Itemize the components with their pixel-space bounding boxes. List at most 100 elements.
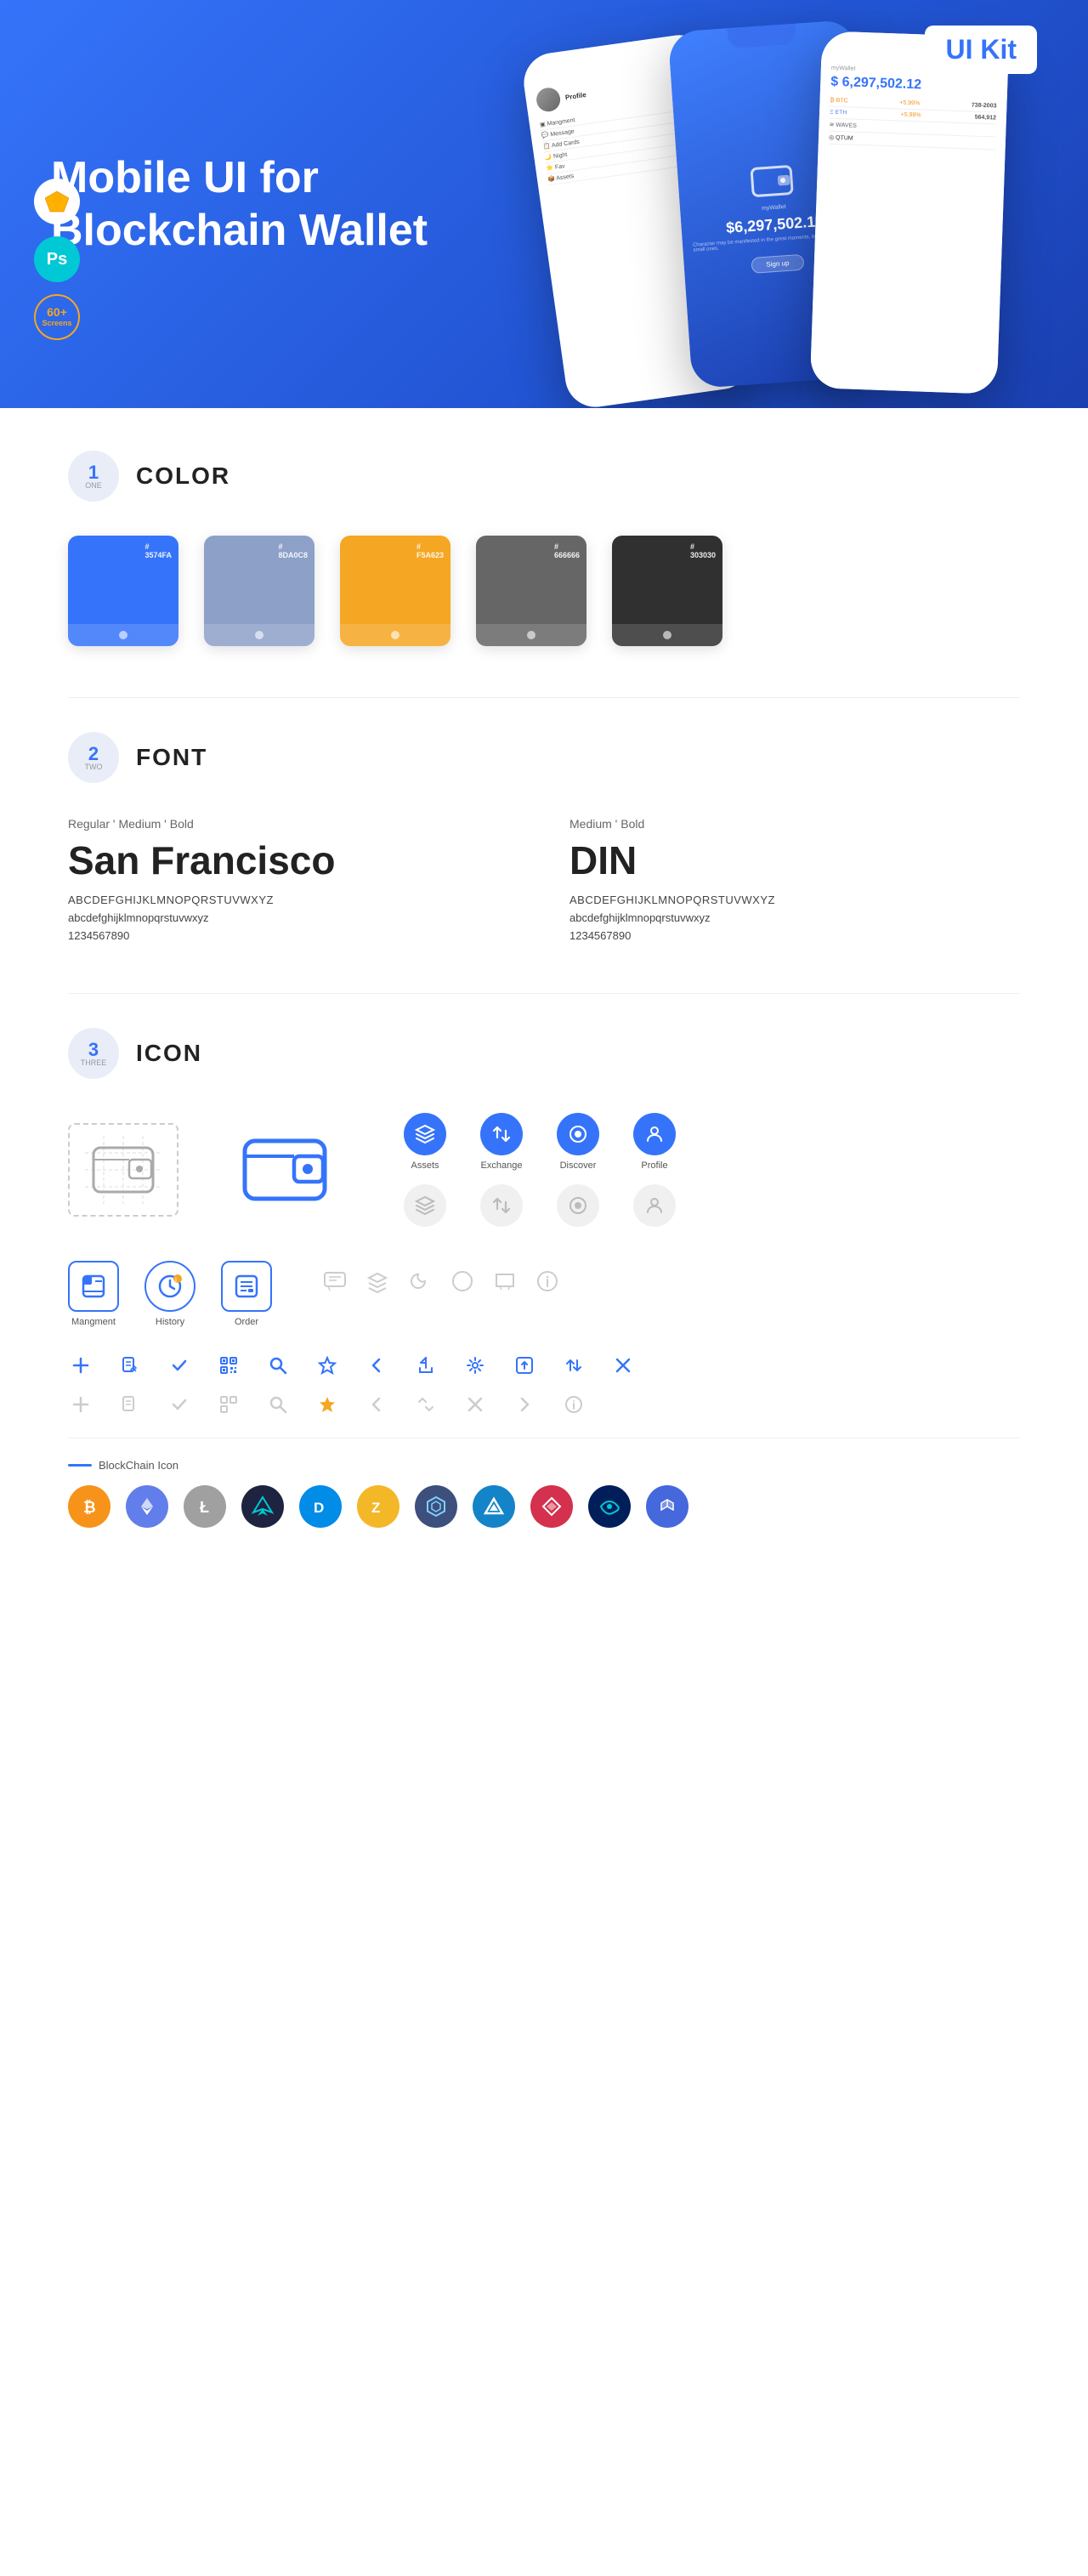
divider-1 xyxy=(68,697,1020,698)
plus-icon xyxy=(68,1353,94,1378)
din-numbers: 1234567890 xyxy=(570,929,1020,942)
exchange-outline-icon xyxy=(480,1184,523,1227)
sf-style-label: Regular ' Medium ' Bold xyxy=(68,817,518,831)
exchange-icon xyxy=(480,1113,523,1155)
din-uppercase: ABCDEFGHIJKLMNOPQRSTUVWXYZ xyxy=(570,894,1020,906)
nav-icon-discover: Discover xyxy=(544,1113,612,1171)
nav-icon-discover-outline xyxy=(544,1184,612,1227)
app-icons-row: Mangment i History xyxy=(68,1261,1020,1327)
qr-icon xyxy=(216,1353,241,1378)
golem-icon xyxy=(588,1485,631,1528)
assets-outline-icon xyxy=(404,1184,446,1227)
doc-gray-icon xyxy=(117,1392,143,1417)
color-card-grey: #666666 xyxy=(476,536,586,646)
upload-icon xyxy=(512,1353,537,1378)
crypto-icons-row: ₿ Ł xyxy=(68,1485,1020,1528)
nav-icon-exchange-outline xyxy=(468,1184,536,1227)
chevron-gray-icon xyxy=(364,1392,389,1417)
svg-text:Z: Z xyxy=(371,1500,380,1516)
icon-section-title: ICON xyxy=(136,1040,202,1067)
sf-name: San Francisco xyxy=(68,837,518,883)
svg-text:i: i xyxy=(175,1278,177,1284)
din-name: DIN xyxy=(570,837,1020,883)
blockchain-label-text: BlockChain Icon xyxy=(99,1459,178,1472)
mangment-icon-item: Mangment xyxy=(68,1261,119,1327)
icon-section-number: 3 THREE xyxy=(68,1028,119,1079)
font-section-title: FONT xyxy=(136,744,207,771)
discover-icon xyxy=(557,1113,599,1155)
hero-title: Mobile UI for Blockchain Wallet xyxy=(51,151,476,258)
dash-icon: D xyxy=(299,1485,342,1528)
exchange-label: Exchange xyxy=(481,1160,523,1171)
tools-badges: Ps 60+ Screens xyxy=(34,179,80,340)
color-section-number: 1 ONE xyxy=(68,451,119,502)
nav-icon-profile-outline xyxy=(620,1184,688,1227)
font-grid: Regular ' Medium ' Bold San Francisco AB… xyxy=(68,817,1020,942)
swap-icon xyxy=(561,1353,586,1378)
chevron-left-icon xyxy=(364,1353,389,1378)
moon-icon xyxy=(408,1269,432,1297)
color-card-grey-blue: #8DA0C8 xyxy=(204,536,314,646)
sf-uppercase: ABCDEFGHIJKLMNOPQRSTUVWXYZ xyxy=(68,894,518,906)
x-gray-icon xyxy=(462,1392,488,1417)
check-gray-icon xyxy=(167,1392,192,1417)
din-style-label: Medium ' Bold xyxy=(570,817,1020,831)
color-card-orange: #F5A623 xyxy=(340,536,450,646)
discover-outline-icon xyxy=(557,1184,599,1227)
nav-icon-assets: Assets xyxy=(391,1113,459,1171)
color-swatches-container: #3574FA #8DA0C8 #F5A623 #666666 #303030 xyxy=(68,536,1020,646)
mangment-icon xyxy=(68,1261,119,1312)
forward-gray-icon xyxy=(512,1392,537,1417)
nav-icon-profile: Profile xyxy=(620,1113,688,1171)
wallet-grid-icon-outline xyxy=(68,1123,178,1217)
icon-top-row: Assets Exchange xyxy=(68,1113,1020,1227)
discover-label: Discover xyxy=(560,1160,597,1171)
hero-title-bold: Wallet xyxy=(299,206,428,255)
profile-icon xyxy=(633,1113,676,1155)
font-din: Medium ' Bold DIN ABCDEFGHIJKLMNOPQRSTUV… xyxy=(570,817,1020,942)
chat-icon xyxy=(323,1269,347,1297)
sketch-badge xyxy=(34,179,80,224)
font-section: 2 TWO FONT Regular ' Medium ' Bold San F… xyxy=(68,732,1020,942)
search-gray-icon xyxy=(265,1392,291,1417)
order-label: Order xyxy=(235,1317,258,1327)
plus-gray-icon xyxy=(68,1392,94,1417)
layers-icon xyxy=(366,1269,389,1297)
sf-lowercase: abcdefghijklmnopqrstuvwxyz xyxy=(68,911,518,924)
history-icon: i xyxy=(144,1261,196,1312)
ps-badge: Ps xyxy=(34,236,80,282)
mangment-label: Mangment xyxy=(71,1317,116,1327)
small-icons-row-2 xyxy=(68,1392,1020,1417)
share-icon xyxy=(413,1353,439,1378)
poly-icon xyxy=(646,1485,688,1528)
svg-text:D: D xyxy=(314,1500,324,1516)
color-section: 1 ONE COLOR #3574FA #8DA0C8 #F5A623 #666… xyxy=(68,451,1020,646)
color-card-dark: #303030 xyxy=(612,536,722,646)
icon-section: 3 THREE ICON xyxy=(68,1028,1020,1528)
assets-icon xyxy=(404,1113,446,1155)
wings-icon xyxy=(241,1485,284,1528)
doc-edit-icon xyxy=(117,1353,143,1378)
history-icon-item: i History xyxy=(144,1261,196,1327)
ui-kit-badge: UI Kit xyxy=(925,26,1037,74)
ark-icon xyxy=(530,1485,573,1528)
circle-icon xyxy=(450,1269,474,1297)
misc-icons-row xyxy=(323,1269,559,1297)
strat-icon xyxy=(473,1485,515,1528)
divider-2 xyxy=(68,993,1020,994)
icon-section-header: 3 THREE ICON xyxy=(68,1028,1020,1079)
profile-label: Profile xyxy=(641,1160,667,1171)
color-card-blue: #3574FA xyxy=(68,536,178,646)
profile-outline-icon xyxy=(633,1184,676,1227)
search-icon xyxy=(265,1353,291,1378)
phone-mockup-3: myWallet $ 6,297,502.12 ₿ BTC+5.99%738-2… xyxy=(810,31,1010,394)
main-content: 1 ONE COLOR #3574FA #8DA0C8 #F5A623 #666… xyxy=(0,408,1088,1621)
qr-gray-icon xyxy=(216,1392,241,1417)
nav-icon-assets-outline xyxy=(391,1184,459,1227)
ethereum-icon xyxy=(126,1485,168,1528)
order-icon xyxy=(221,1261,272,1312)
star-icon xyxy=(314,1353,340,1378)
color-section-title: COLOR xyxy=(136,462,230,490)
wallet-icon-filled xyxy=(230,1123,340,1217)
nav-icons-container: Assets Exchange xyxy=(391,1113,688,1227)
